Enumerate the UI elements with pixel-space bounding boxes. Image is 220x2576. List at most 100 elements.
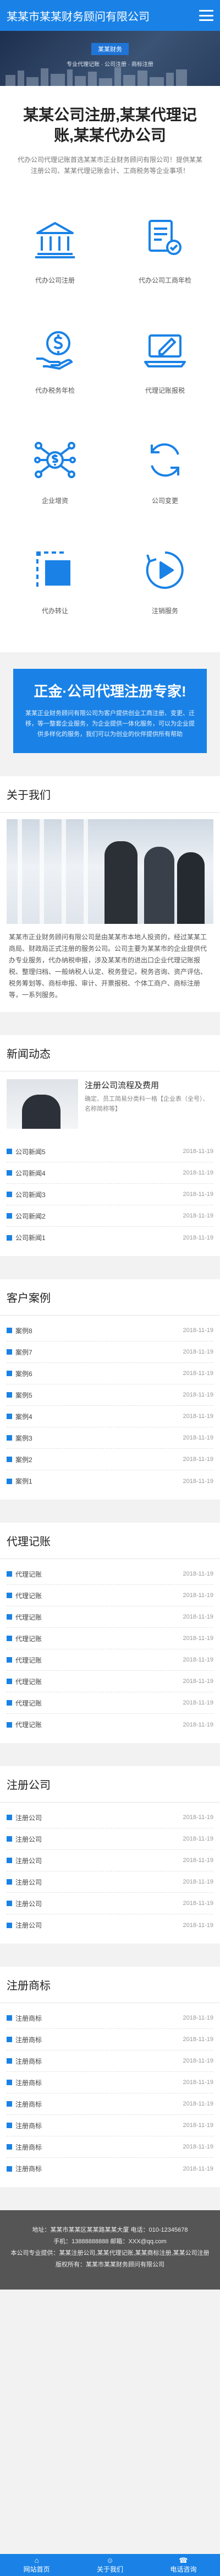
cta-title: 正金·公司代理注册专家! bbox=[34, 683, 186, 700]
list-item[interactable]: 注册公司 2018-11-19 bbox=[7, 1914, 213, 1936]
list-item[interactable]: 代理记账 2018-11-19 bbox=[7, 1606, 213, 1628]
list-item[interactable]: 公司新闻5 2018-11-19 bbox=[7, 1141, 213, 1162]
service-label: 代理记账报税 bbox=[145, 386, 185, 394]
banner-tag: 某某财务 bbox=[91, 43, 129, 55]
intro-section: 某某公司注册,某某代理记账,某某代办公司 代办公司代理记账首选某某市正业财务顾问… bbox=[0, 86, 220, 190]
laptop-pencil-icon bbox=[141, 326, 189, 374]
user-icon: ☺ bbox=[106, 2556, 114, 2564]
cta-banner: 正金·公司代理注册专家! 某某正业财务顾问有限公司为客户提供创业工商注册、变更、… bbox=[13, 669, 207, 753]
registration-list: 注册公司 2018-11-19 注册公司 2018-11-19 注册公司 2018-1… bbox=[0, 1803, 220, 1944]
list-item[interactable]: 代理记账 2018-11-19 bbox=[7, 1671, 213, 1692]
service-label: 企业增资 bbox=[41, 496, 68, 505]
news-section: 新闻动态 注册公司流程及费用 确定、员工简易分类科一格【企业表（全号）、名称简称… bbox=[0, 1035, 220, 1256]
service-tax-inspection[interactable]: 代办税务年检 bbox=[0, 305, 110, 415]
list-item[interactable]: 案例1 2018-11-19 bbox=[7, 1470, 213, 1492]
featured-news-summary: 确定、员工简易分类科一格【企业表（全号）、名称简称等】 bbox=[85, 1096, 209, 1112]
bookkeeping-list: 代理记账 2018-11-19 代理记账 2018-11-19 代理记账 2018-1… bbox=[0, 1559, 220, 1743]
list-item[interactable]: 公司新闻2 2018-11-19 bbox=[7, 1205, 213, 1227]
list-item[interactable]: 案例7 2018-11-19 bbox=[7, 1341, 213, 1363]
section-title[interactable]: 新闻动态 bbox=[0, 1035, 220, 1071]
list-item[interactable]: 注册商标 2018-11-19 bbox=[7, 2007, 213, 2029]
list-item[interactable]: 注册公司 2018-11-19 bbox=[7, 1807, 213, 1828]
featured-news[interactable]: 注册公司流程及费用 确定、员工简易分类科一格【企业表（全号）、名称简称等】 bbox=[0, 1071, 220, 1137]
tab-about[interactable]: ☺ 关于我们 bbox=[73, 2554, 146, 2576]
service-bookkeeping[interactable]: 代理记账报税 bbox=[110, 305, 220, 415]
list-item[interactable]: 代理记账 2018-11-19 bbox=[7, 1628, 213, 1649]
banner-subtitle: 专业代理记账 · 公司注册 · 商标注册 bbox=[67, 62, 153, 68]
cases-list: 案例8 2018-11-19 案例7 2018-11-19 案例6 2018-11-1… bbox=[0, 1316, 220, 1500]
section-title[interactable]: 注册公司 bbox=[0, 1766, 220, 1803]
list-item[interactable]: 公司新闻4 2018-11-19 bbox=[7, 1162, 213, 1184]
list-item[interactable]: 案例6 2018-11-19 bbox=[7, 1363, 213, 1384]
list-item[interactable]: 公司新闻1 2018-11-19 bbox=[7, 1227, 213, 1248]
list-item[interactable]: 注册商标 2018-11-19 bbox=[7, 2050, 213, 2072]
list-item[interactable]: 注册商标 2018-11-19 bbox=[7, 2029, 213, 2050]
list-item[interactable]: 注册商标 2018-11-19 bbox=[7, 2093, 213, 2115]
bottom-tabbar: ⌂ 网站首页 ☺ 关于我们 ☎ 电话咨询 bbox=[0, 2554, 220, 2576]
section-title[interactable]: 客户案例 bbox=[0, 1279, 220, 1316]
section-title[interactable]: 注册商标 bbox=[0, 1967, 220, 2003]
service-label: 注销服务 bbox=[151, 607, 178, 615]
bank-icon bbox=[31, 216, 79, 263]
service-company-registration[interactable]: 代办公司注册 bbox=[0, 195, 110, 305]
service-annual-inspection[interactable]: 代办公司工商年检 bbox=[110, 195, 220, 305]
document-stamp-icon bbox=[141, 216, 189, 263]
footer-contact: 手机：13888888888 邮箱：XXX@qq.com bbox=[53, 2238, 167, 2245]
list-item[interactable]: 代理记账 2018-11-19 bbox=[7, 1692, 213, 1714]
list-item[interactable]: 案例3 2018-11-19 bbox=[7, 1427, 213, 1449]
list-item[interactable]: 注册商标 2018-11-19 bbox=[7, 2136, 213, 2158]
list-item[interactable]: 注册公司 2018-11-19 bbox=[7, 1893, 213, 1914]
list-item[interactable]: 代理记账 2018-11-19 bbox=[7, 1563, 213, 1585]
list-item[interactable]: 注册公司 2018-11-19 bbox=[7, 1828, 213, 1850]
menu-icon[interactable] bbox=[199, 10, 213, 21]
phone-icon: ☎ bbox=[179, 2556, 188, 2564]
hero-banner: 某某财务 专业代理记账 · 公司注册 · 商标注册 bbox=[0, 31, 220, 86]
list-item[interactable]: 代理记账 2018-11-19 bbox=[7, 1585, 213, 1606]
news-list: 公司新闻5 2018-11-19 公司新闻4 2018-11-19 公司新闻3 201… bbox=[0, 1137, 220, 1256]
tab-phone[interactable]: ☎ 电话咨询 bbox=[147, 2554, 220, 2576]
play-cycle-icon bbox=[141, 546, 189, 594]
list-item[interactable]: 案例2 2018-11-19 bbox=[7, 1449, 213, 1470]
bookkeeping-section: 代理记账 代理记账 2018-11-19 代理记账 2018-11-19 代理记账 2… bbox=[0, 1523, 220, 1743]
page: 某某市某某财务顾问有限公司 某某财务 专业代理记账 · 公司注册 · 商标注册 … bbox=[0, 0, 220, 2290]
selection-box-icon bbox=[31, 546, 79, 594]
list-item[interactable]: 注册商标 2018-11-19 bbox=[7, 2072, 213, 2093]
service-capital-increase[interactable]: 企业增资 bbox=[0, 415, 110, 526]
cta-text: 某某正业财务顾问有限公司为客户提供创业工商注册、变更、迁移，等一整套企业服务，为… bbox=[25, 710, 195, 738]
dollar-hand-icon bbox=[31, 326, 79, 374]
site-footer: 地址：某某市某某区某某路某某大厦 电话：010-12345678 手机：1388… bbox=[0, 2210, 220, 2290]
list-item[interactable]: 代理记账 2018-11-19 bbox=[7, 1714, 213, 1735]
site-header: 某某市某某财务顾问有限公司 bbox=[0, 0, 220, 31]
list-item[interactable]: 注册公司 2018-11-19 bbox=[7, 1871, 213, 1893]
list-item[interactable]: 代理记账 2018-11-19 bbox=[7, 1649, 213, 1671]
list-item[interactable]: 注册商标 2018-11-19 bbox=[7, 2115, 213, 2136]
intro-title: 某某公司注册,某某代理记账,某某代办公司 bbox=[23, 106, 197, 144]
footer-copyright: 版权所有：某某市某某财务顾问有限公司 bbox=[56, 2261, 164, 2268]
footer-services: 本公司专业提供：某某注册公司,某某代理记账,某某商标注册,某某公司注册 bbox=[10, 2250, 210, 2256]
about-photo bbox=[7, 819, 213, 924]
skyline-graphic bbox=[0, 67, 220, 86]
tab-home[interactable]: ⌂ 网站首页 bbox=[0, 2554, 73, 2576]
service-label: 代办公司工商年检 bbox=[138, 276, 191, 284]
section-title[interactable]: 代理记账 bbox=[0, 1523, 220, 1559]
registration-section: 注册公司 注册公司 2018-11-19 注册公司 2018-11-19 注册公司 2… bbox=[0, 1766, 220, 1944]
trademark-list: 注册商标 2018-11-19 注册商标 2018-11-19 注册商标 2018-1… bbox=[0, 2003, 220, 2187]
news-thumbnail bbox=[7, 1079, 78, 1129]
list-item[interactable]: 案例8 2018-11-19 bbox=[7, 1320, 213, 1341]
list-item[interactable]: 注册商标 2018-11-19 bbox=[7, 2158, 213, 2179]
list-item[interactable]: 案例4 2018-11-19 bbox=[7, 1406, 213, 1427]
list-item[interactable]: 公司新闻3 2018-11-19 bbox=[7, 1184, 213, 1205]
service-deregistration[interactable]: 注销服务 bbox=[110, 526, 220, 636]
about-text: 某某市正业财务顾问有限公司是由某某市本地人投资的，经过某某工商局、财政局正式注册… bbox=[9, 933, 207, 999]
list-item[interactable]: 案例5 2018-11-19 bbox=[7, 1384, 213, 1406]
refresh-icon bbox=[141, 436, 189, 484]
site-logo[interactable]: 某某市某某财务顾问有限公司 bbox=[7, 8, 199, 24]
list-item[interactable]: 注册公司 2018-11-19 bbox=[7, 1850, 213, 1871]
featured-news-title[interactable]: 注册公司流程及费用 bbox=[85, 1079, 213, 1091]
service-label: 代办转让 bbox=[41, 607, 68, 615]
network-dollar-icon bbox=[31, 436, 79, 484]
service-company-change[interactable]: 公司变更 bbox=[110, 415, 220, 526]
section-title[interactable]: 关于我们 bbox=[0, 776, 220, 813]
service-label: 代办公司注册 bbox=[35, 276, 75, 284]
service-transfer[interactable]: 代办转让 bbox=[0, 526, 110, 636]
